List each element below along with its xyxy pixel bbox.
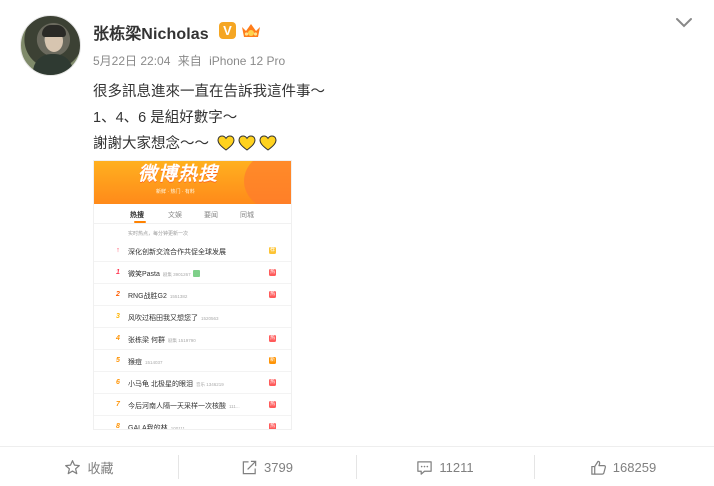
comment-button[interactable]: 11211 bbox=[356, 447, 534, 486]
like-button[interactable]: 168259 bbox=[534, 447, 712, 486]
hot-search-banner: 微博热搜 新鲜 · 热门 · 有料 bbox=[94, 161, 291, 204]
yellow-heart-icon bbox=[217, 135, 235, 151]
yellow-heart-icon bbox=[238, 135, 256, 151]
action-bar: 收藏 3799 11211 168259 bbox=[0, 446, 714, 486]
hot-search-title: 深化创新交流合作共促全球发展 bbox=[128, 247, 226, 257]
hot-search-tag: 新 bbox=[269, 357, 276, 364]
comment-count: 11211 bbox=[439, 459, 474, 475]
hot-search-heat: 111... bbox=[229, 404, 240, 409]
tab-hot: 热搜 bbox=[130, 212, 144, 219]
avatar-body-shape bbox=[33, 54, 73, 75]
hot-search-subtitle: 新鲜 · 热门 · 有料 bbox=[156, 189, 195, 195]
hot-search-rank: 3 bbox=[116, 313, 120, 320]
hot-search-heat: 1520563 bbox=[201, 316, 219, 321]
hot-search-tag: 荐 bbox=[269, 247, 276, 254]
hot-search-title-text: 猴痘 bbox=[128, 359, 142, 366]
hot-search-tabs: 热搜 文娱 要闻 同城 bbox=[94, 204, 291, 224]
tab-local: 同城 bbox=[240, 212, 254, 219]
hot-search-row: 6 小马龟 北极星的眼泪 音乐 1346219 热 bbox=[94, 372, 291, 394]
post-text-line: 謝謝大家想念～～ bbox=[93, 132, 277, 153]
hot-search-title-text: 今后河南人隔一天采样一次核酸 bbox=[128, 403, 226, 410]
yellow-heart-icon bbox=[259, 135, 277, 151]
post-text-content: 謝謝大家想念～～ bbox=[93, 136, 209, 152]
tab-news: 要闻 bbox=[204, 212, 218, 219]
hot-search-row: 5 猴痘 1514037 新 bbox=[94, 350, 291, 372]
source-prefix: 来自 bbox=[177, 54, 202, 68]
hot-search-title: 张栋梁 何群 剧集 1519790 bbox=[128, 335, 196, 345]
hot-search-tag: 热 bbox=[269, 291, 276, 298]
share-count: 3799 bbox=[264, 459, 293, 475]
vip-crown-icon[interactable] bbox=[240, 21, 262, 41]
avatar-hair-shape bbox=[42, 25, 66, 37]
hot-search-title: 微笑Pasta 剧集 3901267 bbox=[128, 269, 200, 279]
hot-search-title-text: 风吹过稻田我又想您了 bbox=[128, 315, 198, 322]
hot-search-heat: 剧集 3901267 bbox=[162, 272, 191, 277]
hot-search-title: RNG战胜G2 1551382 bbox=[128, 291, 187, 301]
post-text-line: 很多訊息進來一直在告訴我這件事～ bbox=[93, 84, 325, 100]
active-tab-indicator bbox=[134, 221, 146, 223]
post-source: iPhone 12 Pro bbox=[209, 54, 286, 68]
chevron-down-icon[interactable] bbox=[674, 16, 694, 30]
hot-search-title-text: RNG战胜G2 bbox=[128, 293, 167, 300]
hot-search-title-text: 张栋梁 何群 bbox=[128, 337, 165, 344]
hot-search-row: 8 GALA我的林 100111 热 bbox=[94, 416, 291, 430]
hot-search-rank: 8 bbox=[116, 423, 120, 430]
hot-search-title: GALA我的林 100111 bbox=[128, 423, 186, 430]
hot-search-title: 小马龟 北极星的眼泪 音乐 1346219 bbox=[128, 379, 224, 389]
like-count: 168259 bbox=[612, 459, 657, 475]
verified-icon[interactable]: V bbox=[219, 22, 236, 39]
hot-search-rank: 6 bbox=[116, 379, 120, 386]
hot-search-rank: ↑ bbox=[116, 247, 120, 254]
hot-search-title-text: 微笑Pasta bbox=[128, 271, 160, 278]
heart-emoji-group bbox=[217, 135, 277, 151]
banner-decoration bbox=[244, 161, 291, 204]
hot-search-tag: 热 bbox=[269, 269, 276, 276]
hot-search-row: 7 今后河南人隔一天采样一次核酸 111... 热 bbox=[94, 394, 291, 416]
hot-search-title-text: 深化创新交流合作共促全球发展 bbox=[128, 249, 226, 256]
hot-search-heat: 音乐 1346219 bbox=[195, 382, 224, 387]
hot-search-title: 风吹过稻田我又想您了 1520563 bbox=[128, 313, 219, 323]
hot-search-rank: 5 bbox=[116, 357, 120, 364]
hot-search-title-text: 小马龟 北极星的眼泪 bbox=[128, 381, 193, 388]
hot-search-heat: 1514037 bbox=[145, 360, 163, 365]
hot-search-row: 3 风吹过稻田我又想您了 1520563 bbox=[94, 306, 291, 328]
avatar[interactable] bbox=[20, 15, 81, 76]
comment-icon bbox=[417, 460, 433, 475]
hot-search-tag: 热 bbox=[269, 379, 276, 386]
hot-search-heat: 100111 bbox=[170, 426, 186, 430]
hot-search-tag: 热 bbox=[269, 423, 276, 429]
hot-search-rank: 4 bbox=[116, 335, 120, 342]
hot-search-rank: 1 bbox=[116, 269, 120, 276]
favorite-button[interactable]: 收藏 bbox=[0, 447, 178, 486]
hot-search-rank: 7 bbox=[116, 401, 120, 408]
favorite-label: 收藏 bbox=[87, 460, 114, 476]
hot-search-title: 今后河南人隔一天采样一次核酸 111... bbox=[128, 401, 240, 411]
hot-search-row: 2 RNG战胜G2 1551382 热 bbox=[94, 284, 291, 306]
tab-entertainment: 文娱 bbox=[168, 212, 182, 219]
hot-search-title: 猴痘 1514037 bbox=[128, 357, 163, 367]
hot-search-logo: 微博热搜 bbox=[138, 163, 219, 185]
hot-search-heat: 剧集 1519790 bbox=[167, 338, 196, 343]
share-button[interactable]: 3799 bbox=[178, 447, 356, 486]
hot-search-row: 1 微笑Pasta 剧集 3901267 热 bbox=[94, 262, 291, 284]
hot-search-heat: 1551382 bbox=[169, 294, 188, 299]
hot-search-rank: 2 bbox=[116, 291, 120, 298]
post-image[interactable]: 微博热搜 新鲜 · 热门 · 有料 热搜 文娱 要闻 同城 实时热点，每分钟更新… bbox=[93, 160, 292, 430]
star-icon bbox=[65, 459, 81, 474]
like-icon bbox=[591, 460, 606, 475]
hot-search-list: ↑ 深化创新交流合作共促全球发展 荐 1 微笑Pasta 剧集 3901267 热 2 RNG战… bbox=[94, 240, 291, 430]
hot-search-tag: 热 bbox=[269, 335, 276, 342]
post-meta: 5月22日 22:04 来自 iPhone 12 Pro bbox=[93, 52, 289, 69]
emoji-icon bbox=[192, 270, 200, 277]
hot-search-hint: 实时热点，每分钟更新一次 bbox=[128, 231, 189, 237]
post-text-line: 1、4、6 是組好數字～ bbox=[93, 110, 238, 126]
hot-search-row: ↑ 深化创新交流合作共促全球发展 荐 bbox=[94, 240, 291, 262]
post-date[interactable]: 5月22日 22:04 bbox=[93, 54, 170, 68]
hot-search-title-text: GALA我的林 bbox=[128, 425, 168, 430]
share-icon bbox=[242, 460, 257, 474]
hot-search-row: 4 张栋梁 何群 剧集 1519790 热 bbox=[94, 328, 291, 350]
hot-search-tag: 热 bbox=[269, 401, 276, 408]
author-name[interactable]: 张栋梁Nicholas bbox=[93, 20, 209, 44]
